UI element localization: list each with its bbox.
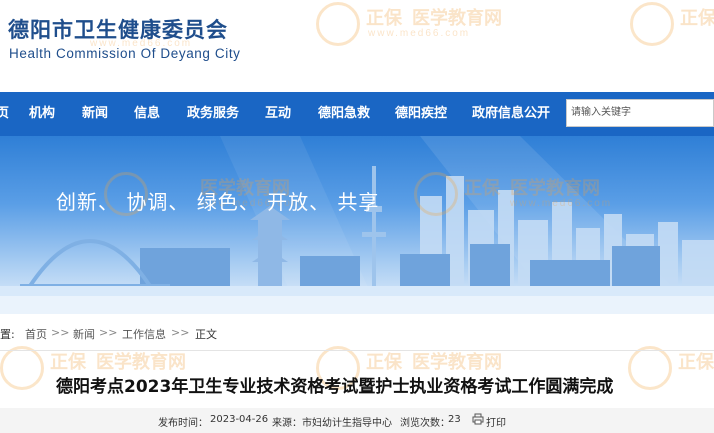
hero-banner: 医学教育网 www.med66.com 正保 医学教育网 www.med66.c… [0,136,714,314]
source-label: 来源： [272,418,302,429]
nav-item-interaction[interactable]: 互动 [265,92,291,136]
breadcrumb-work-info[interactable]: 工作信息 [122,326,166,342]
views-count: 23 [448,414,461,425]
search-input[interactable]: 请输入关键字 [566,99,714,127]
watermark-circle-icon [628,346,672,390]
nav-item-gov-info[interactable]: 政府信息公开 [472,92,550,136]
nav-item-cdc[interactable]: 德阳疾控 [395,92,447,136]
watermark-brand: 正保 [366,352,402,373]
watermark-circle-icon [316,2,360,46]
breadcrumb-separator: >> [51,326,70,339]
breadcrumb-separator: >> [171,326,190,339]
watermark-circle-icon [0,346,44,390]
watermark-brand: 正保 [680,8,714,29]
nav-item-info[interactable]: 信息 [134,92,160,136]
nav-item-gov-services[interactable]: 政务服务 [187,92,239,136]
watermark-site: 医学教育网 [412,8,502,29]
watermark-site: 医学教育网 [412,352,502,373]
watermark-brand: 正保 [50,352,86,373]
watermark-brand: 正保 [366,8,402,29]
watermark-url: www.med66.com [368,28,471,39]
print-button[interactable]: 打印 [486,414,506,429]
breadcrumb-home[interactable]: 首页 [25,326,47,342]
banner-slogan: 创新、 协调、 绿色、 开放、 共享 [56,190,380,214]
watermark-brand: 正保 [678,352,714,373]
print-icon[interactable] [472,413,484,428]
org-name-cn[interactable]: 德阳市卫生健康委员会 [8,14,228,44]
source-value: 市妇幼计生指导中心 [302,418,392,429]
breadcrumb-current: 正文 [195,328,217,341]
views-label: 浏览次数： [400,418,450,429]
watermark-circle-icon [630,2,674,46]
nav-item-emergency[interactable]: 德阳急救 [318,92,370,136]
org-name-en: Health Commission Of Deyang City [9,46,241,61]
article-title: 德阳考点2023年卫生专业技术资格考试暨护士执业资格考试工作圆满完成 [56,377,614,397]
breadcrumb-news[interactable]: 新闻 [73,326,95,342]
watermark-site: 医学教育网 [96,352,186,373]
publish-label: 发布时间： [158,418,208,429]
nav-item-news[interactable]: 新闻 [82,92,108,136]
publish-date: 2023-04-26 [210,414,269,425]
city-skyline-illustration [0,136,714,314]
article-meta-bar: 发布时间： 2023-04-26 来源： 市妇幼计生指导中心 浏览次数： 23 … [0,408,714,433]
breadcrumb-separator: >> [99,326,118,339]
breadcrumb-divider [0,350,714,351]
nav-item-home[interactable]: 页 [0,92,9,136]
site-header: 德阳市卫生健康委员会 Health Commission Of Deyang C… [0,0,714,92]
breadcrumb-prefix: 置: [0,328,15,341]
nav-item-institution[interactable]: 机构 [29,92,55,136]
